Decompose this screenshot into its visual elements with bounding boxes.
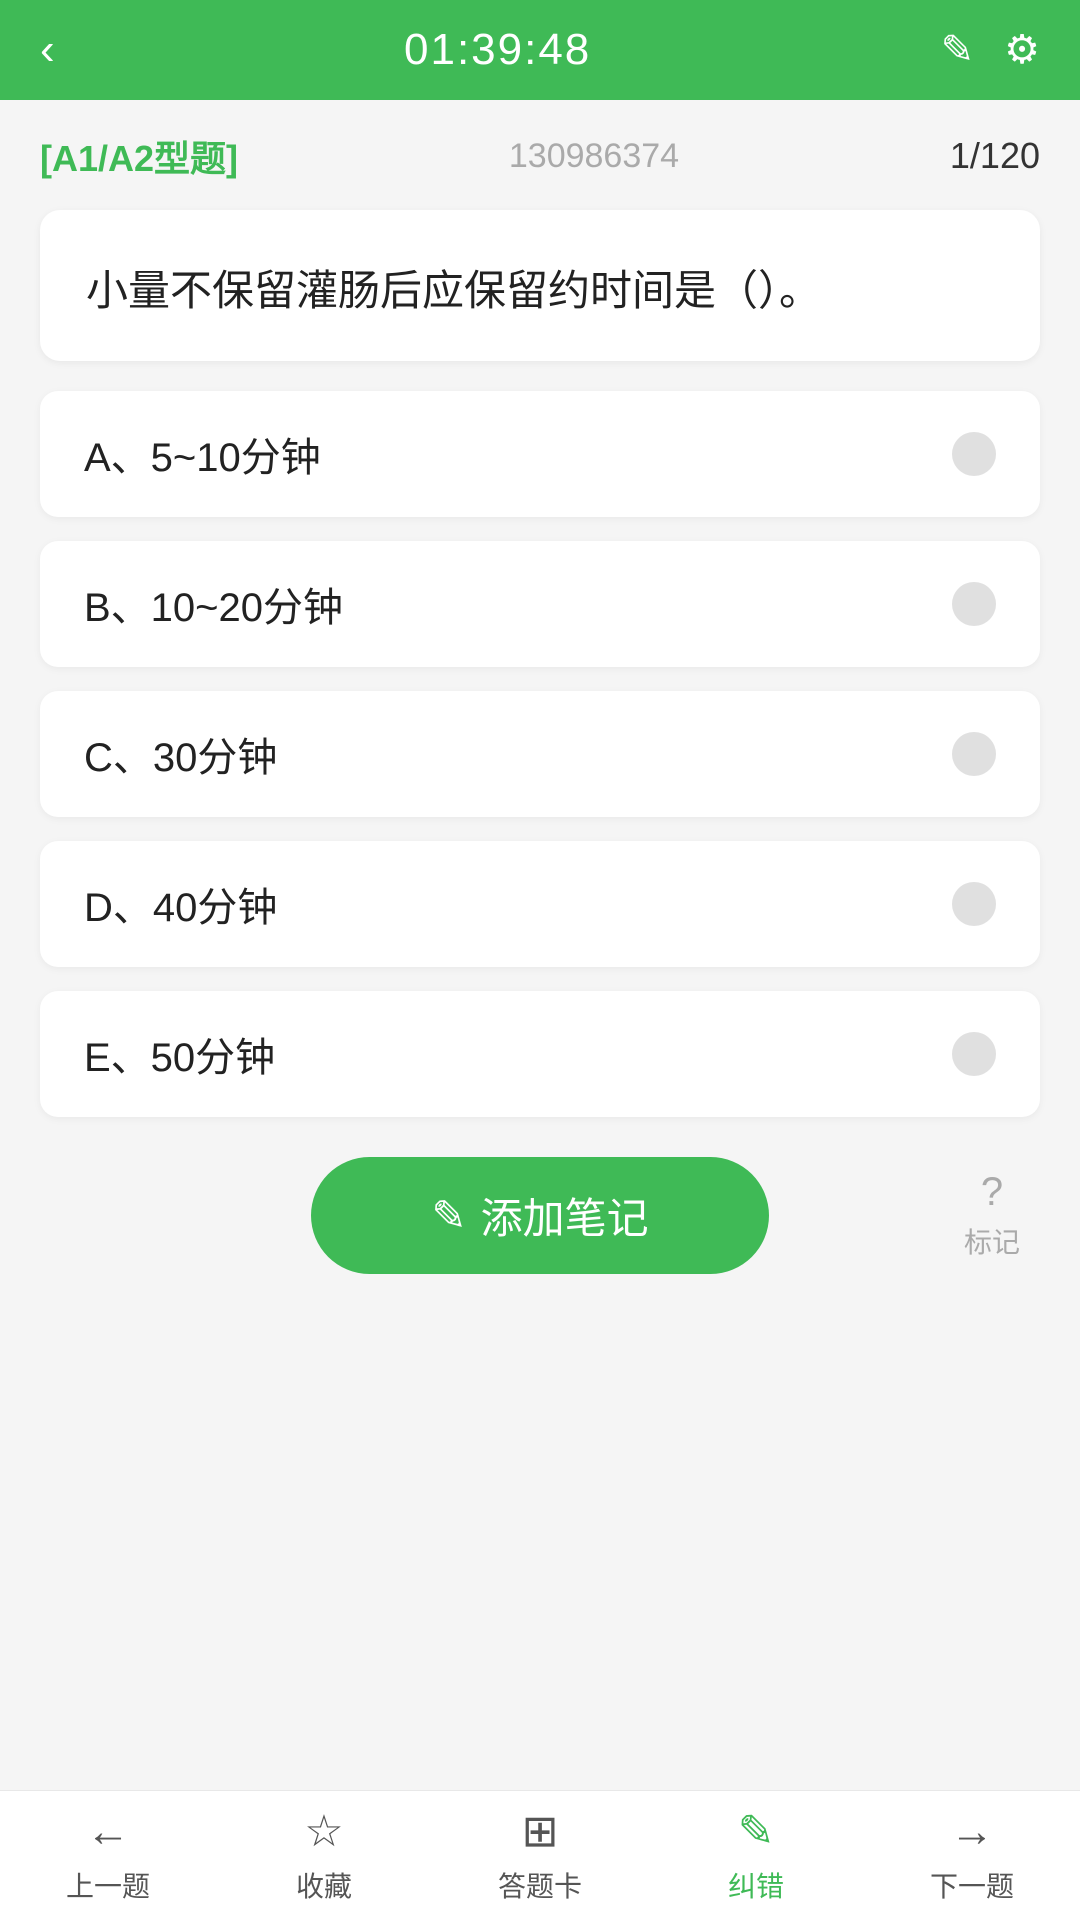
- mark-area[interactable]: ? 标记: [964, 1170, 1020, 1261]
- option-e[interactable]: E、50分钟: [40, 991, 1040, 1117]
- option-a-radio: [952, 432, 996, 476]
- header-icon-group: ✎ ⚙: [941, 27, 1040, 73]
- option-e-text: E、50分钟: [84, 1025, 275, 1083]
- option-e-radio: [952, 1032, 996, 1076]
- add-note-label: 添加笔记: [481, 1185, 649, 1246]
- option-b-radio: [952, 582, 996, 626]
- question-card: 小量不保留灌肠后应保留约时间是（）。: [40, 210, 1040, 361]
- question-id: 130986374: [509, 137, 679, 176]
- question-progress: 1/120: [950, 135, 1040, 177]
- app-header: ‹ 01:39:48 ✎ ⚙: [0, 0, 1080, 100]
- add-note-button[interactable]: ✎ 添加笔记: [311, 1157, 768, 1274]
- settings-icon[interactable]: ⚙: [1004, 27, 1040, 73]
- option-b-text: B、10~20分钟: [84, 575, 343, 633]
- answer-card-label: 答题卡: [498, 1865, 582, 1905]
- nav-answer-card[interactable]: ⊞ 答题卡: [432, 1806, 648, 1905]
- prev-icon: ←: [86, 1807, 130, 1857]
- option-d[interactable]: D、40分钟: [40, 841, 1040, 967]
- mark-label: 标记: [964, 1221, 1020, 1261]
- option-c-text: C、30分钟: [84, 725, 277, 783]
- option-a-text: A、5~10分钟: [84, 425, 321, 483]
- edit-icon[interactable]: ✎: [941, 27, 975, 73]
- mark-icon: ?: [981, 1170, 1003, 1215]
- bottom-navigation: ← 上一题 ☆ 收藏 ⊞ 答题卡 ✎ 纠错 → 下一题: [0, 1790, 1080, 1920]
- option-c-radio: [952, 732, 996, 776]
- option-a[interactable]: A、5~10分钟: [40, 391, 1040, 517]
- nav-collect[interactable]: ☆ 收藏: [216, 1806, 432, 1905]
- add-note-icon: ✎: [431, 1191, 466, 1240]
- next-icon: →: [950, 1807, 994, 1857]
- options-list: A、5~10分钟 B、10~20分钟 C、30分钟 D、40分钟 E、50分钟: [40, 391, 1040, 1117]
- collect-icon: ☆: [304, 1806, 343, 1857]
- nav-prev[interactable]: ← 上一题: [0, 1807, 216, 1905]
- nav-correct[interactable]: ✎ 纠错: [648, 1806, 864, 1905]
- correct-label: 纠错: [728, 1865, 784, 1905]
- prev-label: 上一题: [66, 1865, 150, 1905]
- meta-row: [A1/A2型题] 130986374 1/120: [40, 130, 1040, 182]
- answer-card-icon: ⊞: [522, 1806, 559, 1857]
- option-d-text: D、40分钟: [84, 875, 277, 933]
- option-c[interactable]: C、30分钟: [40, 691, 1040, 817]
- collect-label: 收藏: [296, 1865, 352, 1905]
- option-d-radio: [952, 882, 996, 926]
- back-button[interactable]: ‹: [40, 28, 55, 72]
- main-content: [A1/A2型题] 130986374 1/120 小量不保留灌肠后应保留约时间…: [0, 100, 1080, 1474]
- action-area: ✎ 添加笔记 ? 标记: [40, 1157, 1040, 1274]
- nav-next[interactable]: → 下一题: [864, 1807, 1080, 1905]
- question-type-label: [A1/A2型题]: [40, 130, 238, 182]
- question-text: 小量不保留灌肠后应保留约时间是（）。: [86, 256, 994, 325]
- timer-display: 01:39:48: [404, 25, 591, 75]
- correct-icon: ✎: [738, 1806, 775, 1857]
- option-b[interactable]: B、10~20分钟: [40, 541, 1040, 667]
- next-label: 下一题: [930, 1865, 1014, 1905]
